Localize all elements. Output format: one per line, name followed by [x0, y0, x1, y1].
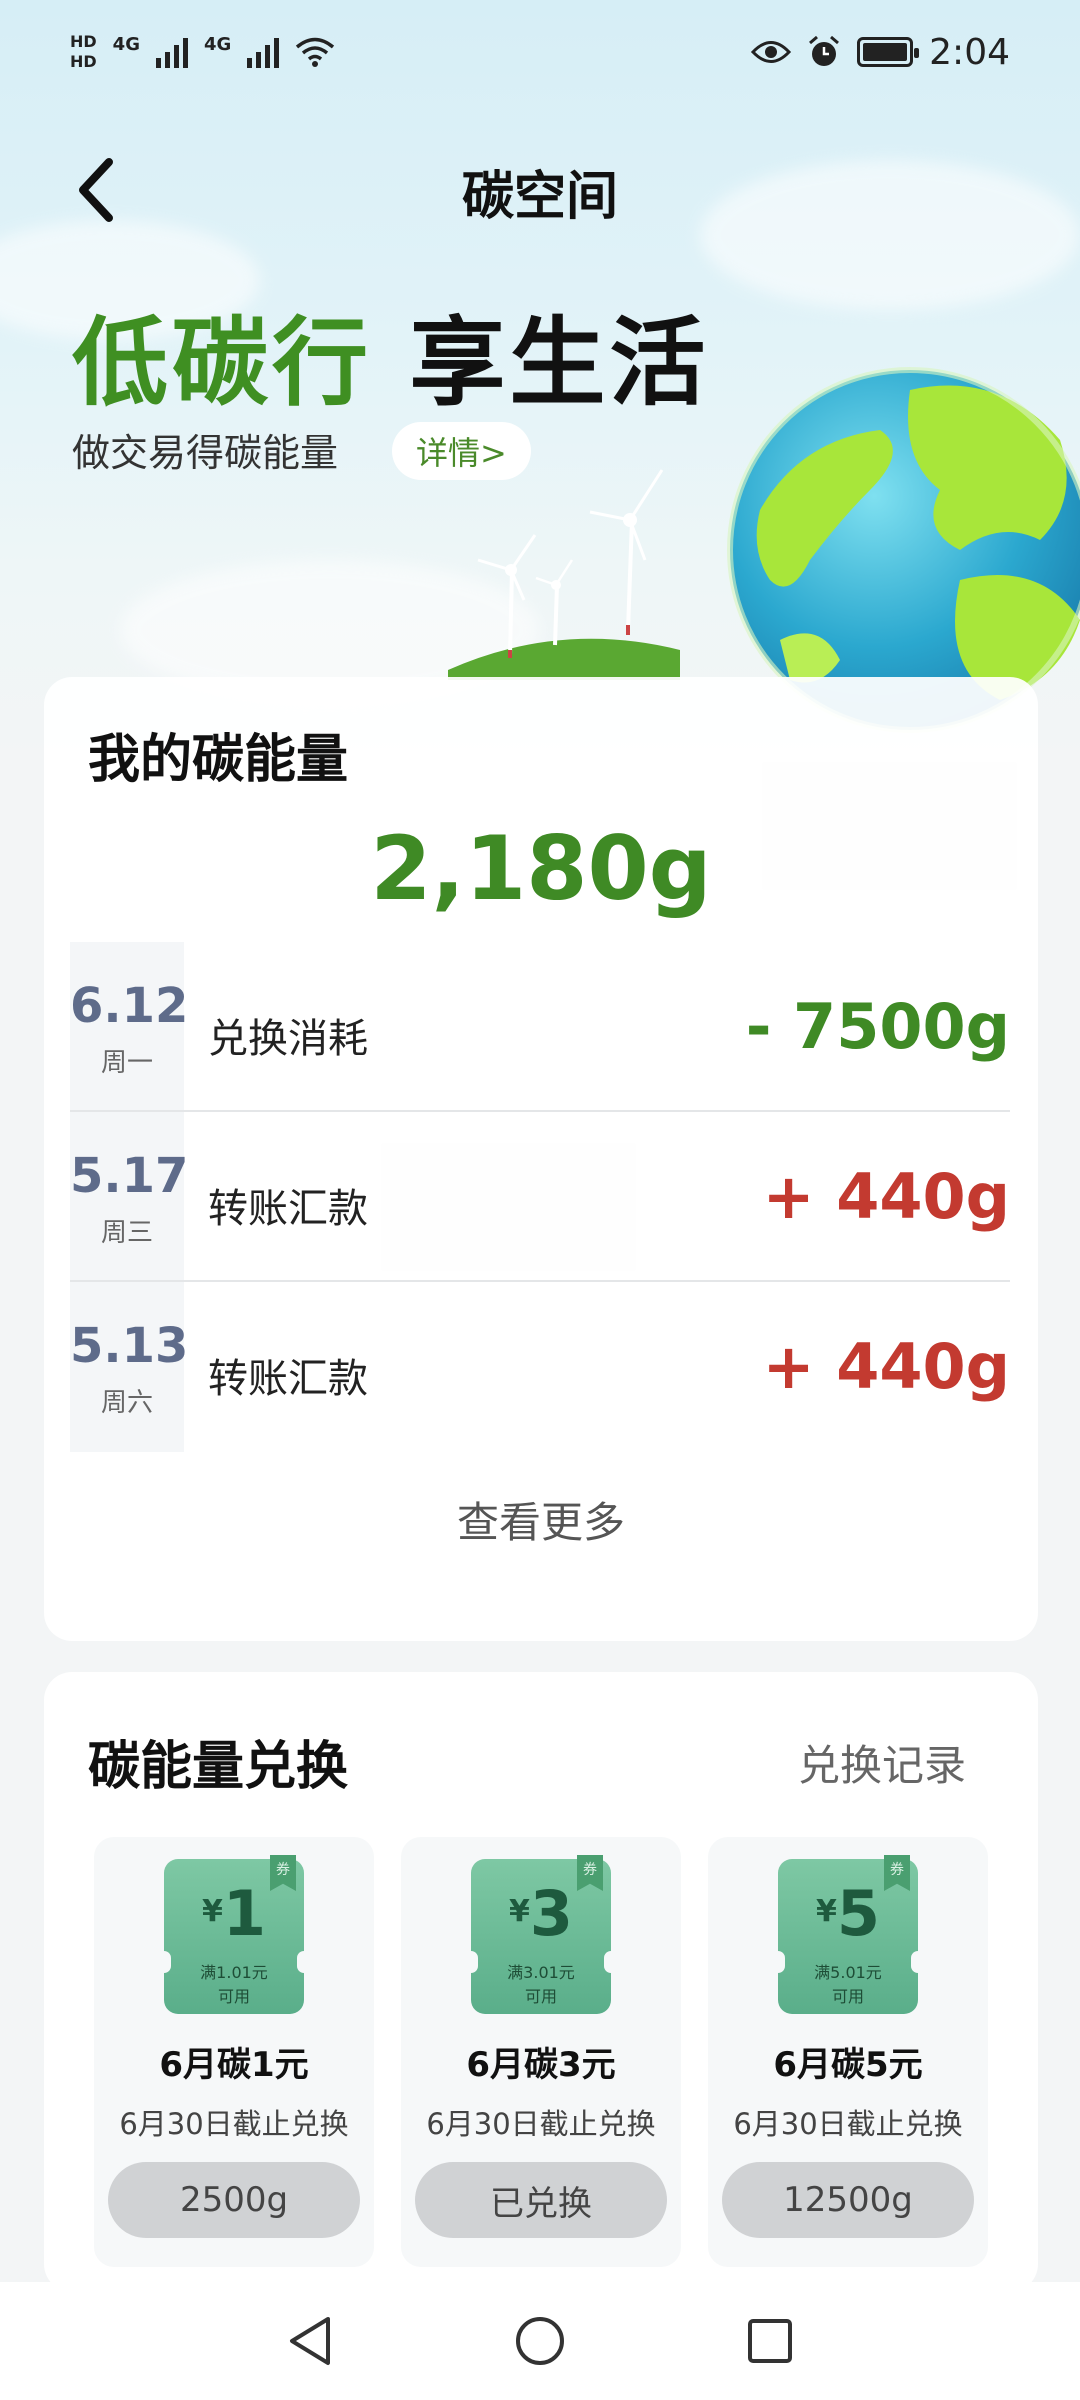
- record-date-num: 6.12: [70, 978, 189, 1034]
- record-row[interactable]: 5.17 周三 转账汇款 + 440g: [70, 1112, 1010, 1282]
- wifi-icon: [296, 37, 335, 67]
- triangle-back-icon: [290, 2317, 330, 2365]
- header: 碳空间: [0, 140, 1080, 240]
- network2-label: 4G: [203, 34, 232, 55]
- coupon-value: 5: [836, 1877, 880, 1950]
- view-more-link[interactable]: 查看更多: [44, 1489, 1038, 1550]
- nav-home-button[interactable]: [510, 2311, 570, 2371]
- battery-icon: [857, 37, 920, 67]
- coupon-name: 6月碳1元: [159, 2045, 309, 2085]
- record-row[interactable]: 6.12 周一 兑换消耗 - 7500g: [70, 942, 1010, 1112]
- exchange-title: 碳能量兑换: [88, 1737, 349, 1797]
- record-label: 转账汇款: [208, 1186, 368, 1232]
- sim2-label: HD: [70, 52, 97, 71]
- coupon-name: 6月碳3元: [466, 2045, 616, 2085]
- coupon-redeem-button[interactable]: 2500g: [108, 2162, 360, 2238]
- sim-labels: HD HD: [70, 34, 97, 70]
- carbon-energy-card: 我的碳能量 2,180g 6.12 周一 兑换消耗 - 7500g 5.17 周…: [44, 677, 1038, 1641]
- coupon-amount: ¥1: [164, 1877, 304, 1950]
- signal-icon-2: [247, 36, 280, 68]
- coupon-ticket-icon: 券 ¥3 满3.01元 可用: [464, 1855, 618, 2014]
- coupon-condition: 满5.01元 可用: [778, 1961, 918, 2009]
- page-title: 碳空间: [461, 167, 618, 227]
- coupon-cond-1: 满1.01元: [200, 1963, 268, 1982]
- record-amount: + 440g: [762, 1330, 1010, 1403]
- status-time: 2:04: [929, 31, 1010, 73]
- yen-symbol: ¥: [201, 1894, 223, 1929]
- energy-title: 我的碳能量: [88, 730, 349, 790]
- square-recents-icon: [748, 2319, 792, 2363]
- record-date: 6.12 周一: [70, 942, 189, 1110]
- alarm-icon: [809, 35, 840, 66]
- coupon-condition: 满3.01元 可用: [471, 1961, 611, 2009]
- record-weekday: 周一: [100, 1048, 153, 1078]
- status-bar: HD HD 4G 4G 2:04: [0, 0, 1080, 104]
- record-label: 转账汇款: [208, 1356, 368, 1402]
- nav-back-button[interactable]: [280, 2311, 340, 2371]
- globe-icon: [727, 367, 1080, 733]
- coupon-cond-1: 满5.01元: [814, 1963, 882, 1982]
- coupon-deadline: 6月30日截止兑换: [426, 2107, 656, 2141]
- exchange-record-link[interactable]: 兑换记录: [798, 1732, 966, 1793]
- coupon-deadline: 6月30日截止兑换: [733, 2107, 963, 2141]
- coupon-item[interactable]: 券 ¥1 满1.01元 可用 6月碳1元 6月30日截止兑换 2500g: [94, 1837, 374, 2267]
- coupon-cond-2: 可用: [831, 1987, 864, 2006]
- coupon-list: 券 ¥1 满1.01元 可用 6月碳1元 6月30日截止兑换 2500g 券 ¥…: [94, 1837, 988, 2267]
- coupon-amount: ¥5: [778, 1877, 918, 1950]
- record-amount: + 440g: [762, 1160, 1010, 1233]
- eye-icon: [751, 41, 792, 63]
- wind-turbine-icon: [477, 469, 664, 658]
- hero-subtitle: 做交易得碳能量: [72, 431, 339, 475]
- coupon-cond-1: 满3.01元: [507, 1963, 575, 1982]
- coupon-item[interactable]: 券 ¥3 满3.01元 可用 6月碳3元 6月30日截止兑换 已兑换: [401, 1837, 681, 2267]
- coupon-value: 3: [529, 1877, 573, 1950]
- yen-symbol: ¥: [508, 1894, 530, 1929]
- record-row[interactable]: 5.13 周六 转账汇款 + 440g: [70, 1282, 1010, 1452]
- energy-value: 2,180g: [370, 817, 712, 920]
- coupon-item[interactable]: 券 ¥5 满5.01元 可用 6月碳5元 6月30日截止兑换 12500g: [708, 1837, 988, 2267]
- carbon-exchange-card: 碳能量兑换 兑换记录 券 ¥1 满1.01元 可用 6月碳1元 6月30日截止兑…: [44, 1672, 1038, 2292]
- coupon-condition: 满1.01元 可用: [164, 1961, 304, 2009]
- nav-recents-button[interactable]: [740, 2311, 800, 2371]
- coupon-name: 6月碳5元: [773, 2045, 923, 2085]
- circle-home-icon: [516, 2317, 564, 2365]
- record-weekday: 周三: [100, 1218, 153, 1248]
- record-date: 5.17 周三: [70, 1112, 189, 1280]
- slogan-green: 低碳行: [72, 307, 372, 419]
- grass-hill: [448, 638, 680, 680]
- record-date-num: 5.17: [70, 1148, 189, 1204]
- coupon-redeem-button[interactable]: 已兑换: [415, 2162, 667, 2238]
- coupon-value: 1: [222, 1877, 266, 1950]
- energy-records: 6.12 周一 兑换消耗 - 7500g 5.17 周三 转账汇款 + 440g…: [70, 942, 1010, 1452]
- network1-label: 4G: [112, 34, 140, 55]
- record-date: 5.13 周六: [70, 1282, 189, 1452]
- sim1-label: HD: [70, 32, 97, 51]
- coupon-amount: ¥3: [471, 1877, 611, 1950]
- system-nav-bar: [0, 2282, 1080, 2400]
- coupon-deadline: 6月30日截止兑换: [119, 2107, 349, 2141]
- signal-icon: [155, 36, 188, 68]
- record-weekday: 周六: [100, 1388, 153, 1418]
- record-label: 兑换消耗: [208, 1016, 368, 1062]
- record-date-num: 5.13: [70, 1318, 189, 1374]
- coupon-redeem-button[interactable]: 12500g: [722, 2162, 974, 2238]
- yen-symbol: ¥: [815, 1894, 837, 1929]
- coupon-cond-2: 可用: [217, 1987, 250, 2006]
- status-left: HD HD 4G 4G: [70, 34, 335, 70]
- coupon-ticket-icon: 券 ¥1 满1.01元 可用: [157, 1855, 311, 2014]
- record-amount: - 7500g: [745, 990, 1010, 1063]
- status-right: 2:04: [751, 32, 1010, 73]
- coupon-ticket-icon: 券 ¥5 满5.01元 可用: [771, 1855, 925, 2014]
- coupon-cond-2: 可用: [524, 1987, 557, 2006]
